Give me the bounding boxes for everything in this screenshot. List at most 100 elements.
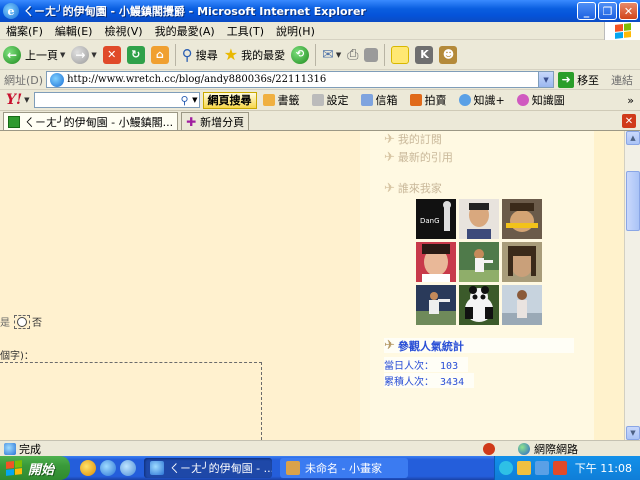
- avatar[interactable]: [416, 242, 456, 282]
- ie-icon: e: [3, 3, 19, 19]
- yahoo-item-knowledge-map[interactable]: 知識圖: [511, 92, 571, 108]
- menu-file[interactable]: 檔案(F): [0, 23, 49, 39]
- links-label[interactable]: 連結: [611, 72, 633, 88]
- standard-toolbar: ← 上一頁 ▼ → ▼ ✕ ↻ ⌂ ⚲ 搜尋 ★ 我的最愛 ⟲ ✉ ▼ ⎙ K: [0, 40, 640, 70]
- avatar[interactable]: DanG: [416, 199, 456, 239]
- stop-icon: ✕: [102, 45, 121, 64]
- sidebar-link-trackbacks[interactable]: ✈ 最新的引用: [384, 149, 453, 165]
- im-icon[interactable]: [535, 461, 549, 475]
- menu-tools[interactable]: 工具(T): [221, 23, 270, 39]
- home-button[interactable]: ⌂: [148, 42, 172, 68]
- scroll-down-icon[interactable]: ▼: [626, 426, 640, 440]
- stats-title: 參觀人氣統計: [397, 339, 464, 353]
- status-text: 完成: [19, 442, 41, 456]
- clock[interactable]: 下午 11:08: [575, 460, 632, 476]
- tab-bar: ㄑㄧㄤ╯的伊甸園 - 小鰻鎮閣... ✚ 新增分頁 ✕: [0, 111, 640, 131]
- chevron-down-icon[interactable]: ▼: [192, 96, 197, 104]
- auction-icon: [409, 94, 422, 106]
- sidebar-link-subscriptions[interactable]: ✈ 我的訂閱: [384, 131, 442, 147]
- new-tab-button[interactable]: ✚ 新增分頁: [181, 112, 250, 130]
- network-icon[interactable]: [499, 461, 513, 475]
- favorites-button[interactable]: ★ 我的最愛: [221, 42, 288, 68]
- scroll-up-icon[interactable]: ▲: [626, 131, 640, 145]
- mail-button[interactable]: ✉ ▼: [319, 42, 344, 68]
- maximize-button[interactable]: ❐: [598, 2, 617, 20]
- chevron-down-icon: ▼: [335, 50, 342, 59]
- volume-icon[interactable]: [517, 461, 531, 475]
- close-button[interactable]: ✕: [619, 2, 638, 20]
- chevron-down-icon[interactable]: ▼: [538, 72, 554, 87]
- history-button[interactable]: ⟲: [288, 42, 312, 68]
- back-button[interactable]: ← 上一頁 ▼: [0, 42, 68, 68]
- yahoo-item-auction[interactable]: 拍賣: [404, 92, 453, 108]
- knowledge-icon: [458, 94, 471, 106]
- vertical-scrollbar[interactable]: ▲ ▼: [624, 131, 640, 440]
- address-url[interactable]: http://www.wretch.cc/blog/andy880036s/22…: [67, 74, 326, 85]
- show-desktop-icon[interactable]: [120, 460, 136, 476]
- web-search-button[interactable]: 網頁搜尋: [202, 91, 257, 109]
- stat-today-value: 103: [440, 361, 459, 372]
- favorites-label: 我的最愛: [241, 48, 286, 62]
- sidebar-link-visitors[interactable]: ✈ 誰來我家: [384, 180, 442, 196]
- yahoo-item-settings[interactable]: 設定: [306, 92, 355, 108]
- menu-help[interactable]: 說明(H): [270, 23, 321, 39]
- start-button[interactable]: 開始: [0, 456, 70, 480]
- tab-active[interactable]: ㄑㄧㄤ╯的伊甸園 - 小鰻鎮閣...: [3, 112, 179, 130]
- scroll-thumb[interactable]: [626, 171, 640, 231]
- task-browser[interactable]: ㄑㄧㄤ╯的伊甸園 - ...: [144, 458, 272, 478]
- radio-group: 是 否: [0, 314, 42, 329]
- yahoo-item-mail[interactable]: 信箱: [355, 92, 404, 108]
- radio-no[interactable]: [14, 314, 30, 329]
- avatar[interactable]: [502, 199, 542, 239]
- avatar[interactable]: [459, 199, 499, 239]
- knowledge-map-label: 知識圖: [531, 94, 565, 107]
- search-button[interactable]: ⚲ 搜尋: [179, 42, 221, 68]
- plane-icon: ✈: [384, 131, 395, 147]
- print-button[interactable]: ⎙: [344, 42, 361, 68]
- popup-blocked-icon[interactable]: [483, 442, 495, 455]
- stop-button[interactable]: ✕: [100, 42, 124, 68]
- edit-button[interactable]: [361, 42, 381, 68]
- field-hint: 個字)：: [0, 351, 34, 362]
- go-button[interactable]: ➜ 移至: [558, 71, 599, 88]
- toolbar-overflow-icon[interactable]: »: [621, 94, 640, 107]
- start-label: 開始: [28, 462, 55, 478]
- system-tray: 下午 11:08: [494, 456, 640, 480]
- chevron-down-icon[interactable]: ▼: [24, 96, 29, 104]
- page-icon: [50, 72, 65, 87]
- avatar[interactable]: [502, 285, 542, 325]
- antivirus-icon[interactable]: [553, 461, 567, 475]
- research-button[interactable]: K: [412, 42, 436, 68]
- yahoo-item-knowledge[interactable]: 知識+: [453, 92, 511, 108]
- plane-icon: ✈: [384, 149, 395, 165]
- stat-today: 當日人次： 103: [384, 357, 469, 372]
- messenger-icon[interactable]: [80, 460, 96, 476]
- refresh-button[interactable]: ↻: [124, 42, 148, 68]
- yahoo-logo[interactable]: Y!: [6, 92, 22, 108]
- windows-logo-icon: [604, 22, 640, 40]
- avatar[interactable]: [459, 242, 499, 282]
- address-input[interactable]: http://www.wretch.cc/blog/andy880036s/22…: [46, 71, 555, 88]
- comment-textarea[interactable]: [0, 362, 262, 440]
- menu-view[interactable]: 檢視(V): [98, 23, 148, 39]
- menu-favorites[interactable]: 我的最愛(A): [149, 23, 221, 39]
- star-icon: ★: [223, 45, 239, 64]
- messenger-button[interactable]: ☻: [436, 42, 460, 68]
- paint-icon: [286, 461, 300, 475]
- forward-button[interactable]: → ▼: [68, 42, 99, 68]
- security-zone: 網際網路: [518, 441, 578, 457]
- ie-icon[interactable]: [100, 460, 116, 476]
- mail-label: 信箱: [375, 94, 398, 107]
- notes-button[interactable]: [388, 42, 412, 68]
- yahoo-item-bookmarks[interactable]: 書籤: [257, 92, 306, 108]
- close-tab-icon[interactable]: ✕: [622, 114, 636, 128]
- yahoo-toolbar: Y! ▼ ⚲ ▼ 網頁搜尋 書籤 設定 信箱 拍賣 知識+ 知識圖 »: [0, 90, 640, 111]
- yahoo-search-input[interactable]: ⚲ ▼: [33, 92, 200, 108]
- minimize-button[interactable]: _: [577, 2, 596, 20]
- bookmarks-label: 書籤: [277, 94, 300, 107]
- avatar[interactable]: [502, 242, 542, 282]
- avatar[interactable]: [459, 285, 499, 325]
- menu-edit[interactable]: 編輯(E): [49, 23, 99, 39]
- task-paint[interactable]: 未命名 - 小畫家: [280, 458, 408, 478]
- avatar[interactable]: [416, 285, 456, 325]
